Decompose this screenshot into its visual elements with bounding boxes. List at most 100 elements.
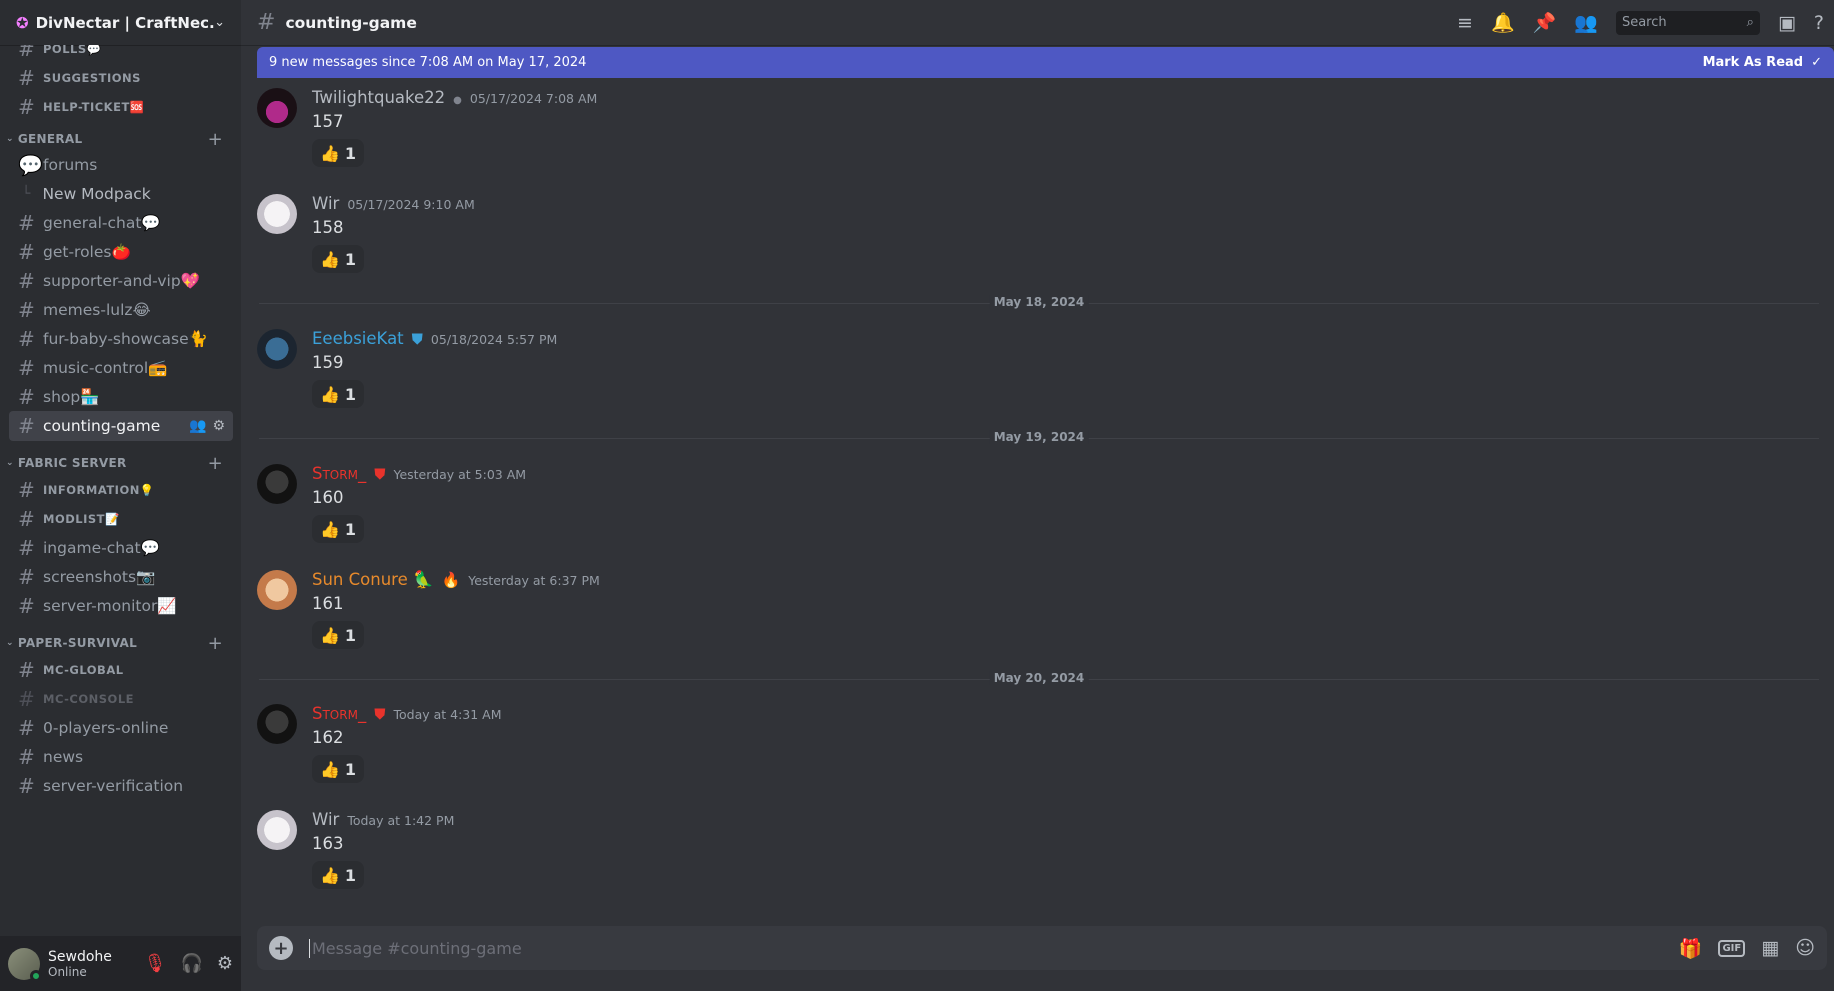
category-general[interactable]: ⌄ GENERAL + [0, 129, 241, 150]
message-content: 162 [312, 728, 344, 747]
gear-icon[interactable]: ⚙ [217, 953, 233, 974]
avatar[interactable] [257, 88, 297, 128]
reaction-thumbs-up[interactable]: 👍 1 [312, 245, 365, 273]
inbox-icon[interactable]: ▣ [1778, 12, 1796, 34]
channel-help-ticket[interactable]: # HELP-TICKET🆘 [9, 92, 233, 122]
hash-icon: # [18, 211, 35, 235]
category-label: FABRIC SERVER [17, 456, 127, 470]
thread-new-modpack[interactable]: └ New Modpack [22, 179, 222, 209]
emoji-icon[interactable]: ☺ [1795, 937, 1815, 959]
channel-shop[interactable]: # shop🏪 [9, 382, 233, 412]
hash-icon: # [18, 45, 35, 61]
hash-icon: # [18, 269, 35, 293]
channel-label: supporter-and-vip💖 [43, 272, 200, 290]
user-status: Online [48, 964, 87, 979]
reaction-thumbs-up[interactable]: 👍 1 [312, 861, 365, 889]
invite-icon[interactable]: 👥 [189, 418, 206, 434]
message-input[interactable]: Message #counting-game [309, 938, 1679, 958]
hash-icon: # [18, 414, 35, 438]
avatar[interactable] [257, 329, 297, 369]
server-header[interactable]: ✪ DivNectar | CraftNec... ⌄ [0, 0, 241, 45]
channel-memes-lulz[interactable]: # memes-lulz😂 [9, 295, 233, 325]
channel-modlist[interactable]: # MODLIST📝 [9, 504, 233, 534]
channel-label: screenshots📷 [43, 568, 156, 586]
mark-as-read-label: Mark As Read [1702, 55, 1804, 70]
gif-icon[interactable]: GIF [1718, 939, 1746, 957]
help-icon[interactable]: ? [1814, 12, 1824, 34]
channel-get-roles[interactable]: # get-roles🍅 [9, 237, 233, 267]
channel-0-players-online[interactable]: # 0-players-online [9, 713, 233, 743]
category-paper-survival[interactable]: ⌄ PAPER-SURVIVAL + [0, 633, 241, 654]
author-name[interactable]: Sun Conure 🦜 [312, 570, 434, 590]
date-divider-label: May 18, 2024 [989, 295, 1089, 309]
reaction-thumbs-up[interactable]: 👍 1 [312, 380, 365, 408]
gift-icon[interactable]: 🎁 [1679, 937, 1703, 960]
search-input[interactable]: Search ⌕ [1615, 10, 1760, 35]
thumbs-up-icon: 👍 [320, 625, 340, 645]
user-info[interactable]: Sewdohe Online [48, 949, 112, 979]
microphone-muted-icon[interactable]: 🎙 [144, 953, 167, 974]
search-placeholder: Search [1621, 15, 1667, 30]
chevron-down-icon: ⌄ [6, 134, 14, 144]
channel-forums[interactable]: 💬 forums [9, 150, 233, 180]
author-name[interactable]: Wir [312, 194, 339, 213]
avatar[interactable] [257, 194, 297, 234]
channel-mc-console[interactable]: # MC-CONSOLE [9, 684, 233, 714]
reaction-thumbs-up[interactable]: 👍 1 [312, 515, 365, 543]
attach-plus-icon[interactable]: + [269, 936, 293, 960]
reaction-thumbs-up[interactable]: 👍 1 [312, 755, 365, 783]
pin-icon[interactable]: 📌 [1533, 11, 1557, 34]
channel-mc-global[interactable]: # MC-GLOBAL [9, 655, 233, 685]
author-name[interactable]: EeebsieKat [312, 329, 404, 348]
reaction-thumbs-up[interactable]: 👍 1 [312, 621, 365, 649]
add-channel-icon[interactable]: + [208, 129, 223, 150]
channel-polls[interactable]: # POLLS💬 [9, 45, 233, 64]
channel-server-verification[interactable]: # server-verification [9, 771, 233, 801]
channel-title: counting-game [285, 13, 417, 32]
headphones-icon[interactable]: 🎧 [180, 953, 202, 974]
avatar[interactable] [257, 704, 297, 744]
channel-ingame-chat[interactable]: # ingame-chat💬 [9, 533, 233, 563]
channel-news[interactable]: # news [9, 742, 233, 772]
avatar[interactable] [257, 570, 297, 610]
shield-badge-icon: ⛊ [411, 330, 423, 348]
threads-icon[interactable]: ≡ [1457, 12, 1473, 34]
reaction-thumbs-up[interactable]: 👍 1 [312, 139, 365, 167]
category-fabric-server[interactable]: ⌄ FABRIC SERVER + [0, 453, 241, 474]
reaction-count: 1 [344, 519, 357, 539]
username: Sewdohe [48, 948, 112, 965]
author-name[interactable]: Twilightquake22 [312, 88, 445, 107]
author-name[interactable]: Storm_ [312, 464, 366, 483]
sticker-icon[interactable]: ▦ [1761, 937, 1779, 959]
chevron-down-icon[interactable]: ⌄ [214, 15, 225, 30]
mark-as-read-button[interactable]: Mark As Read ✓ [1703, 55, 1822, 70]
avatar[interactable] [8, 947, 42, 982]
avatar[interactable] [257, 810, 297, 850]
channel-server-monitor[interactable]: # server-monitor📈 [9, 591, 233, 621]
channel-music-control[interactable]: # music-control📻 [9, 353, 233, 383]
channel-suggestions[interactable]: # SUGGESTIONS [9, 63, 233, 93]
add-channel-icon[interactable]: + [208, 453, 223, 474]
gear-icon[interactable]: ⚙ [212, 418, 225, 434]
hash-icon: # [18, 658, 35, 682]
message-composer[interactable]: + Message #counting-game 🎁 GIF ▦ ☺ [257, 926, 1827, 970]
channel-label: MC-GLOBAL [43, 663, 124, 677]
author-name[interactable]: Wir [312, 810, 339, 829]
bell-icon[interactable]: 🔔 [1491, 11, 1515, 34]
add-channel-icon[interactable]: + [208, 633, 223, 654]
channel-counting-game[interactable]: # counting-game 👥 ⚙ [9, 411, 233, 441]
members-icon[interactable]: 👥 [1574, 11, 1598, 34]
channel-screenshots[interactable]: # screenshots📷 [9, 562, 233, 592]
channel-fur-baby-showcase[interactable]: # fur-baby-showcase🐈 [9, 324, 233, 354]
channel-general-chat[interactable]: # general-chat💬 [9, 208, 233, 238]
hash-icon: # [18, 298, 35, 322]
hash-icon: # [18, 565, 35, 589]
avatar[interactable] [257, 464, 297, 504]
channel-supporter-and-vip[interactable]: # supporter-and-vip💖 [9, 266, 233, 296]
new-messages-bar[interactable]: 9 new messages since 7:08 AM on May 17, … [257, 47, 1834, 78]
channel-information[interactable]: # INFORMATION💡 [9, 475, 233, 505]
hash-icon: # [18, 507, 35, 531]
message-content: 159 [312, 353, 344, 372]
channel-label: forums [43, 156, 98, 174]
author-name[interactable]: Storm_ [312, 704, 366, 723]
